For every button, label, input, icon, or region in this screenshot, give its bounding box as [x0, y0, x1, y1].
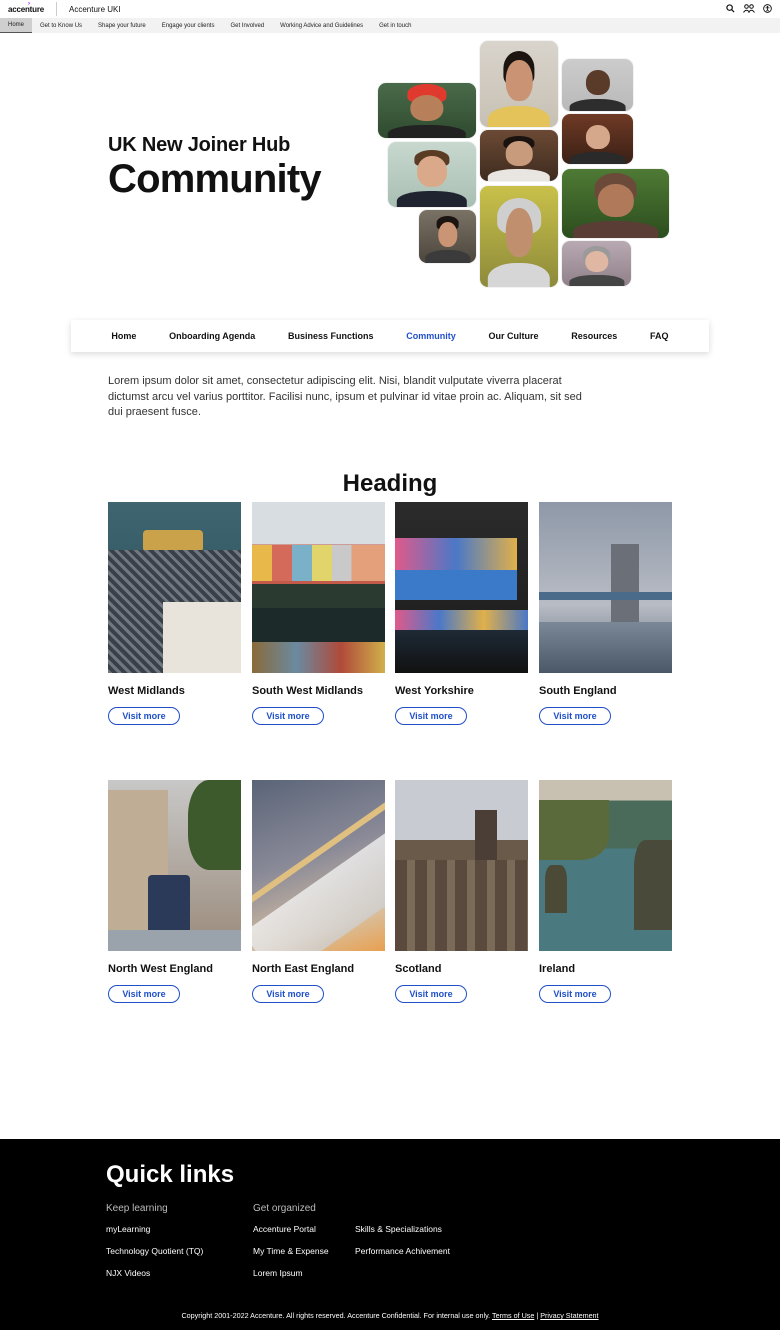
visit-more-button[interactable]: Visit more — [252, 985, 324, 1003]
nav-item-resources[interactable]: Resources — [571, 331, 617, 341]
nav-item-business-functions[interactable]: Business Functions — [288, 331, 374, 341]
profile-photo — [480, 41, 558, 127]
footer-link[interactable]: Performance Achivement — [355, 1246, 450, 1268]
footer: Quick links Keep learning myLearning Tec… — [0, 1139, 780, 1330]
nav-item-home[interactable]: Home — [111, 331, 136, 341]
nav-item-onboarding-agenda[interactable]: Onboarding Agenda — [169, 331, 255, 341]
section-heading: Heading — [342, 470, 438, 497]
region-image-west-midlands[interactable] — [108, 502, 241, 673]
profile-photo — [562, 59, 633, 111]
subnav-item-get-to-know-us[interactable]: Get to Know Us — [32, 18, 90, 33]
copyright-text: Copyright 2001-2022 Accenture. All right… — [181, 1311, 491, 1320]
search-icon[interactable] — [726, 3, 735, 15]
copyright: Copyright 2001-2022 Accenture. All right… — [0, 1311, 780, 1320]
profile-photo — [419, 210, 476, 263]
copyright-separator: | — [536, 1311, 539, 1320]
footer-col-heading-empty — [355, 1203, 450, 1224]
footer-col-get-organized: Get organized Accenture Portal My Time &… — [253, 1203, 329, 1290]
region-title: West Midlands — [108, 685, 185, 697]
main-nav: Home Onboarding Agenda Business Function… — [71, 320, 709, 352]
visit-more-button[interactable]: Visit more — [252, 707, 324, 725]
footer-col-heading: Get organized — [253, 1203, 316, 1214]
subnav-item-working-advice[interactable]: Working Advice and Guidelines — [272, 18, 371, 33]
visit-more-button[interactable]: Visit more — [395, 985, 467, 1003]
footer-col-keep-learning: Keep learning myLearning Technology Quot… — [106, 1203, 203, 1290]
profile-photo — [480, 186, 558, 287]
logo-accent-mark: › — [28, 1, 30, 7]
profile-photo — [378, 83, 476, 138]
site-subnav: Home Get to Know Us Shape your future En… — [0, 18, 780, 33]
profile-photo — [562, 241, 631, 286]
footer-link[interactable]: My Time & Expense — [253, 1246, 329, 1268]
footer-link[interactable]: NJX Videos — [106, 1268, 203, 1290]
footer-link[interactable]: Technology Quotient (TQ) — [106, 1246, 203, 1268]
region-image-scotland[interactable] — [395, 780, 528, 951]
region-image-south-west-midlands[interactable] — [252, 502, 385, 673]
nav-item-community[interactable]: Community — [406, 331, 456, 341]
people-icon[interactable] — [743, 3, 755, 15]
region-card: Ireland Visit more — [539, 780, 672, 1003]
region-card: West Yorkshire Visit more — [395, 502, 528, 725]
region-image-west-yorkshire[interactable] — [395, 502, 528, 673]
hero-subtitle: UK New Joiner Hub — [108, 134, 291, 156]
subnav-item-get-in-touch[interactable]: Get in touch — [371, 18, 419, 33]
profile-photo — [562, 169, 669, 238]
subnav-item-shape-your-future[interactable]: Shape your future — [90, 18, 154, 33]
visit-more-button[interactable]: Visit more — [108, 985, 180, 1003]
region-title: South England — [539, 685, 617, 697]
subnav-item-engage-your-clients[interactable]: Engage your clients — [154, 18, 223, 33]
region-title: South West Midlands — [252, 685, 364, 697]
subnav-item-get-involved[interactable]: Get Involved — [222, 18, 272, 33]
region-title: Scotland — [395, 963, 442, 975]
nav-item-our-culture[interactable]: Our Culture — [489, 331, 539, 341]
profile-photo — [480, 130, 558, 181]
subnav-item-home[interactable]: Home — [0, 18, 33, 33]
intro-paragraph: Lorem ipsum dolor sit amet, consectetur … — [108, 375, 582, 418]
logo-text: accenture — [8, 4, 44, 14]
visit-more-button[interactable]: Visit more — [539, 985, 611, 1003]
visit-more-button[interactable]: Visit more — [108, 707, 180, 725]
region-title: North East England — [252, 963, 355, 975]
top-icons — [726, 3, 772, 15]
accessibility-icon[interactable] — [763, 3, 772, 15]
region-card: North East England Visit more — [252, 780, 385, 1003]
top-bar: › accenture Accenture UKI — [0, 0, 780, 18]
profile-photo — [562, 114, 633, 164]
region-title: West Yorkshire — [395, 685, 474, 697]
privacy-statement-link[interactable]: Privacy Statement — [540, 1311, 598, 1320]
region-card: South West Midlands Visit more — [252, 502, 385, 725]
visit-more-button[interactable]: Visit more — [395, 707, 467, 725]
nav-item-faq[interactable]: FAQ — [650, 331, 669, 341]
footer-link[interactable]: Lorem Ipsum — [253, 1268, 329, 1290]
accenture-logo[interactable]: › accenture — [8, 1, 57, 16]
hero: UK New Joiner Hub Community — [0, 33, 780, 287]
footer-col-more: Skills & Specializations Performance Ach… — [355, 1203, 450, 1268]
page-body: UK New Joiner Hub Community Home Onboard… — [0, 33, 780, 1330]
hero-title: Community — [108, 157, 322, 201]
region-image-south-england[interactable] — [539, 502, 672, 673]
footer-col-heading: Keep learning — [106, 1203, 168, 1214]
region-title: Ireland — [539, 963, 576, 975]
region-image-ireland[interactable] — [539, 780, 672, 951]
footer-link[interactable]: Accenture Portal — [253, 1224, 329, 1246]
footer-link[interactable]: Skills & Specializations — [355, 1224, 450, 1246]
region-image-north-west-england[interactable] — [108, 780, 241, 951]
region-image-north-east-england[interactable] — [252, 780, 385, 951]
quick-links-title: Quick links — [106, 1161, 235, 1188]
hero-text: UK New Joiner Hub Community — [108, 134, 322, 201]
footer-link[interactable]: myLearning — [106, 1224, 203, 1246]
region-card: West Midlands Visit more — [108, 502, 241, 725]
profile-photo — [388, 142, 476, 207]
region-title: North West England — [108, 963, 213, 975]
terms-of-use-link[interactable]: Terms of Use — [492, 1311, 534, 1320]
region-card: South England Visit more — [539, 502, 672, 725]
site-name[interactable]: Accenture UKI — [69, 5, 121, 14]
region-card: Scotland Visit more — [395, 780, 528, 1003]
region-card: North West England Visit more — [108, 780, 241, 1003]
visit-more-button[interactable]: Visit more — [539, 707, 611, 725]
